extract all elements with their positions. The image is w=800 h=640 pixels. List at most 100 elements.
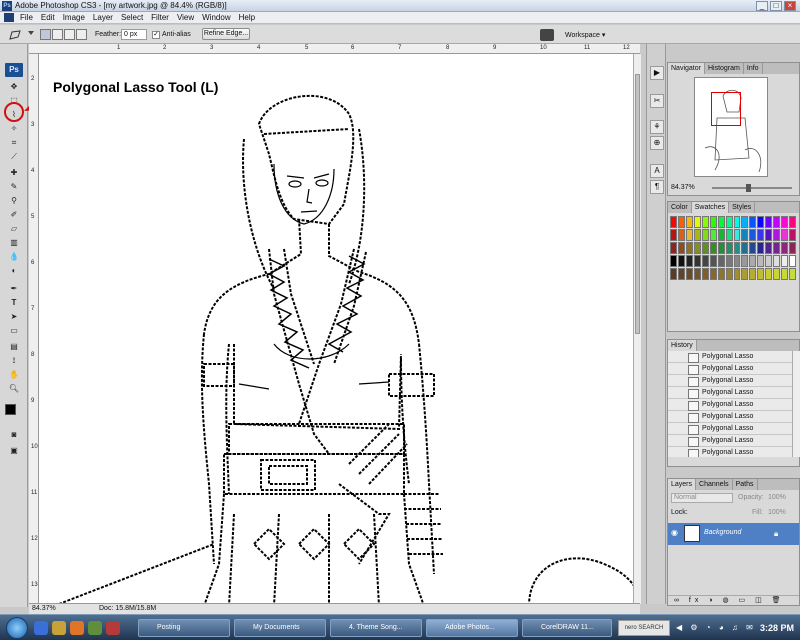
hand-tool-icon[interactable]: ✋: [8, 370, 20, 380]
clone-stamp-tool-icon[interactable]: ⚲: [8, 196, 20, 206]
color-swatch[interactable]: [749, 268, 757, 280]
tab-color[interactable]: Color: [668, 202, 692, 213]
color-swatch[interactable]: [685, 216, 693, 228]
color-swatch[interactable]: [717, 229, 725, 241]
color-swatch[interactable]: [709, 255, 717, 267]
color-swatch[interactable]: [741, 255, 749, 267]
gradient-tool-icon[interactable]: ▥: [8, 238, 20, 248]
view-box[interactable]: [711, 92, 741, 126]
chevron-down-icon[interactable]: [28, 31, 34, 37]
taskbar-item-theme-song[interactable]: 4. Theme Song...: [330, 619, 422, 637]
color-swatch[interactable]: [693, 255, 701, 267]
taskbar-item-my-documents[interactable]: My Documents: [234, 619, 326, 637]
blend-mode-select[interactable]: Normal: [671, 493, 733, 503]
color-swatch[interactable]: [709, 229, 717, 241]
color-swatch[interactable]: [725, 242, 733, 254]
color-swatch[interactable]: [725, 229, 733, 241]
color-swatch[interactable]: [757, 216, 765, 228]
color-swatch[interactable]: [670, 242, 677, 254]
slice-tool-icon[interactable]: ⟋: [8, 152, 20, 162]
healing-brush-tool-icon[interactable]: ✚: [8, 168, 20, 178]
color-swatch[interactable]: [685, 242, 693, 254]
history-item[interactable]: Polygonal Lasso: [668, 399, 792, 411]
color-swatch[interactable]: [765, 242, 773, 254]
app-quicklaunch-icon[interactable]: [88, 621, 102, 635]
tab-histogram[interactable]: Histogram: [705, 63, 744, 74]
color-swatch[interactable]: [741, 242, 749, 254]
color-swatch[interactable]: [789, 229, 796, 241]
start-button[interactable]: [6, 617, 28, 639]
refine-edge-button[interactable]: Refine Edge...: [202, 28, 250, 40]
color-swatch[interactable]: [717, 242, 725, 254]
menu-filter[interactable]: Filter: [147, 13, 173, 22]
add-selection-icon[interactable]: [52, 29, 63, 40]
color-swatch[interactable]: [701, 216, 709, 228]
color-swatch[interactable]: [781, 216, 789, 228]
color-swatch[interactable]: [701, 255, 709, 267]
taskbar-item-coreldraw[interactable]: CorelDRAW 11...: [522, 619, 612, 637]
tab-navigator[interactable]: Navigator: [668, 63, 705, 74]
menu-select[interactable]: Select: [117, 13, 147, 22]
color-swatch[interactable]: [733, 216, 741, 228]
tab-swatches[interactable]: Swatches: [691, 202, 730, 213]
notes-tool-icon[interactable]: ▤: [8, 342, 20, 352]
color-swatch[interactable]: [765, 229, 773, 241]
color-swatch[interactable]: [717, 268, 725, 280]
magic-wand-tool-icon[interactable]: ✧: [8, 124, 20, 134]
path-selection-tool-icon[interactable]: ➤: [8, 312, 20, 322]
tab-info[interactable]: Info: [744, 63, 763, 74]
color-swatch[interactable]: [725, 216, 733, 228]
intersect-selection-icon[interactable]: [76, 29, 87, 40]
play-actions-icon[interactable]: ▶: [650, 66, 664, 80]
quick-mask-icon[interactable]: ◙: [8, 430, 20, 440]
tool-presets-icon[interactable]: ✂: [650, 94, 664, 108]
opacity-value[interactable]: 100%: [768, 494, 786, 501]
color-swatch[interactable]: [701, 229, 709, 241]
menu-window[interactable]: Window: [198, 13, 234, 22]
color-swatch[interactable]: [757, 229, 765, 241]
type-tool-icon[interactable]: T: [8, 298, 20, 308]
color-swatch[interactable]: [701, 268, 709, 280]
color-swatch[interactable]: [773, 268, 781, 280]
pen-tool-icon[interactable]: ✒: [8, 284, 20, 294]
color-swatch[interactable]: [765, 255, 773, 267]
color-swatch[interactable]: [757, 242, 765, 254]
history-list[interactable]: Polygonal Lasso Polygonal Lasso Polygona…: [668, 351, 792, 457]
color-swatch[interactable]: [670, 268, 677, 280]
color-swatch[interactable]: [773, 229, 781, 241]
crop-tool-icon[interactable]: ⌗: [8, 138, 20, 148]
scroll-thumb[interactable]: [635, 74, 640, 334]
vertical-scrollbar[interactable]: [633, 54, 641, 604]
firefox-quicklaunch-icon[interactable]: [70, 621, 84, 635]
eraser-tool-icon[interactable]: ▱: [8, 224, 20, 234]
color-swatch[interactable]: [693, 242, 701, 254]
color-swatch[interactable]: [781, 229, 789, 241]
color-swatch[interactable]: [693, 268, 701, 280]
color-swatch[interactable]: [670, 216, 677, 228]
color-swatch[interactable]: [749, 242, 757, 254]
color-swatch[interactable]: [709, 268, 717, 280]
layers-footer-icons[interactable]: ∞ fx ◑ ◍ ▭ ◫ 🗑︎: [668, 595, 799, 605]
history-item[interactable]: Polygonal Lasso: [668, 411, 792, 423]
fill-value[interactable]: 100%: [768, 509, 786, 516]
color-swatch[interactable]: [757, 268, 765, 280]
color-swatch[interactable]: [725, 255, 733, 267]
swatch-grid[interactable]: [670, 216, 796, 280]
history-item[interactable]: Polygonal Lasso: [668, 363, 792, 375]
tab-channels[interactable]: Channels: [696, 479, 733, 490]
eyedropper-tool-icon[interactable]: ⟟: [8, 356, 20, 366]
document-menu-icon[interactable]: [4, 13, 14, 22]
screen-mode-icon[interactable]: ▣: [8, 446, 20, 456]
color-swatch[interactable]: [701, 242, 709, 254]
blur-tool-icon[interactable]: 💧: [8, 252, 20, 262]
history-item[interactable]: Polygonal Lasso: [668, 435, 792, 447]
color-swatch[interactable]: [677, 242, 685, 254]
history-item[interactable]: Polygonal Lasso: [668, 375, 792, 387]
document-canvas[interactable]: [29, 44, 640, 606]
history-brush-tool-icon[interactable]: ✐: [8, 210, 20, 220]
shape-tool-icon[interactable]: ▭: [8, 326, 20, 336]
history-scrollbar[interactable]: [792, 351, 800, 457]
color-swatch[interactable]: [741, 229, 749, 241]
tray-icons[interactable]: ◀ ⚙ ◔ ◕ ♫ ✉: [676, 623, 756, 633]
color-swatch[interactable]: [789, 216, 796, 228]
